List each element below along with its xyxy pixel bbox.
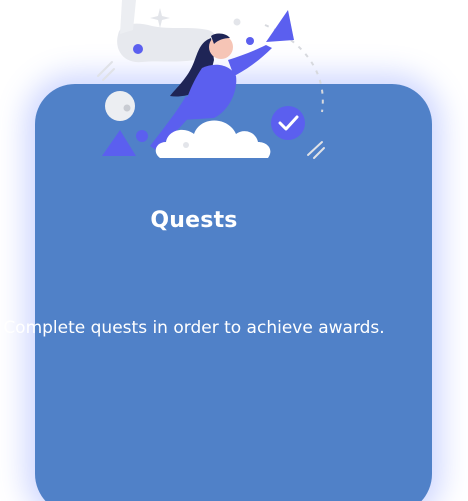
slash-marks-right (307, 141, 325, 159)
checkmark-badge (271, 106, 305, 140)
dot-accent-small (246, 37, 254, 45)
sparkle-icon (150, 8, 170, 28)
flag-triangle-icon (266, 10, 294, 42)
dot-accent (133, 44, 143, 54)
slash-marks-left (97, 61, 115, 81)
quests-screen: Quests Complete quests in order to achie… (0, 0, 468, 501)
person-arm (228, 45, 272, 76)
quest-illustration (97, 0, 325, 159)
grey-circle (105, 91, 135, 121)
dot-grey (233, 18, 241, 26)
purple-triangle (102, 130, 136, 156)
card-title: Quests (150, 208, 238, 233)
card-description: Complete quests in order to achieve awar… (3, 318, 385, 338)
